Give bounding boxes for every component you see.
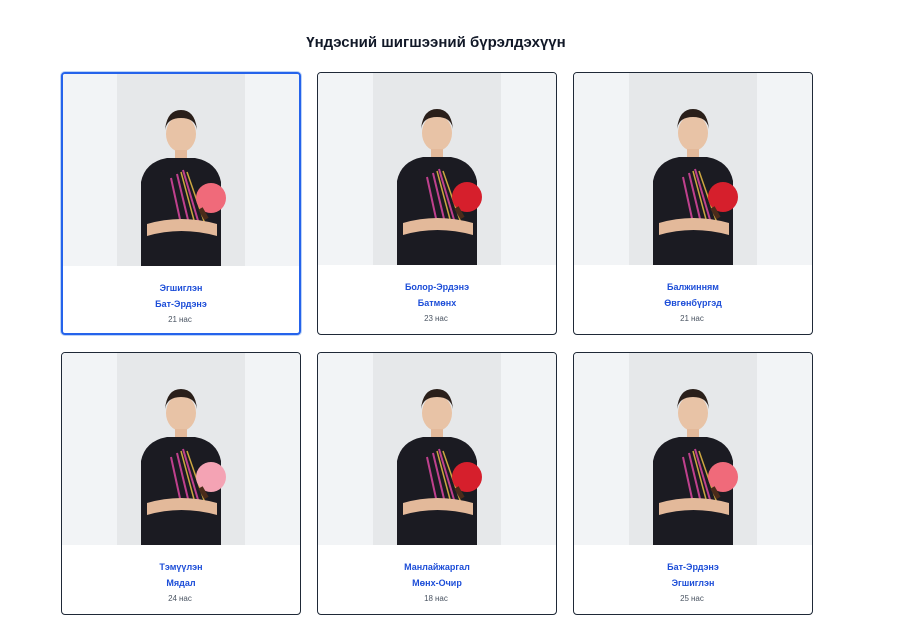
player-last-name: Мөнх-Очир	[412, 578, 462, 588]
player-last-name: Өвгөнбүргэд	[664, 298, 722, 308]
player-first-name: Манлайжаргал	[404, 562, 470, 572]
player-card[interactable]: Балжинням Өвгөнбүргэд 21 нас	[573, 72, 813, 335]
player-first-name: Болор-Эрдэнэ	[404, 282, 470, 292]
portrait-image	[117, 74, 245, 266]
player-card[interactable]: Бат-Эрдэнэ Эгшиглэн 25 нас	[573, 352, 813, 615]
player-age-unit: нас	[179, 594, 192, 603]
page-title: Үндэсний шигшээний бүрэлдэхүүн	[306, 34, 566, 51]
player-photo	[574, 353, 812, 545]
player-age-unit: нас	[179, 315, 192, 324]
portrait-image	[373, 353, 501, 545]
portrait-image	[629, 353, 757, 545]
player-age-value: 18	[424, 594, 434, 603]
player-last-name: Эгшиглэн	[671, 578, 715, 588]
player-first-name: Бат-Эрдэнэ	[667, 562, 719, 572]
player-card[interactable]: Эгшиглэн Бат-Эрдэнэ 21 нас	[61, 72, 301, 335]
player-age: 24 нас	[62, 594, 300, 603]
player-age-value: 24	[168, 594, 178, 603]
player-age: 23 нас	[318, 314, 556, 323]
player-age-value: 21	[168, 315, 178, 324]
player-age-unit: нас	[435, 314, 448, 323]
player-card[interactable]: Манлайжаргал Мөнх-Очир 18 нас	[317, 352, 557, 615]
player-age-unit: нас	[435, 594, 448, 603]
player-age-value: 25	[680, 594, 690, 603]
player-last-name: Бат-Эрдэнэ	[155, 299, 207, 309]
player-age: 21 нас	[63, 315, 299, 324]
player-photo	[318, 73, 556, 265]
player-photo	[318, 353, 556, 545]
portrait-image	[373, 73, 501, 265]
player-grid: Эгшиглэн Бат-Эрдэнэ 21 нас Болор-Эрдэнэ Б…	[61, 72, 813, 615]
portrait-image	[629, 73, 757, 265]
player-first-name: Балжинням	[667, 282, 719, 292]
player-age-unit: нас	[691, 314, 704, 323]
player-photo	[574, 73, 812, 265]
player-first-name: Эгшиглэн	[159, 283, 203, 293]
player-age: 25 нас	[574, 594, 812, 603]
player-age: 18 нас	[318, 594, 556, 603]
player-photo	[62, 353, 300, 545]
player-age-unit: нас	[691, 594, 704, 603]
player-card[interactable]: Тэмүүлэн Мядал 24 нас	[61, 352, 301, 615]
player-last-name: Батмөнх	[417, 298, 457, 308]
player-card[interactable]: Болор-Эрдэнэ Батмөнх 23 нас	[317, 72, 557, 335]
player-first-name: Тэмүүлэн	[159, 562, 203, 572]
player-age: 21 нас	[574, 314, 812, 323]
player-age-value: 23	[424, 314, 434, 323]
portrait-image	[117, 353, 245, 545]
player-photo	[63, 74, 299, 266]
player-last-name: Мядал	[166, 578, 196, 588]
player-age-value: 21	[680, 314, 690, 323]
